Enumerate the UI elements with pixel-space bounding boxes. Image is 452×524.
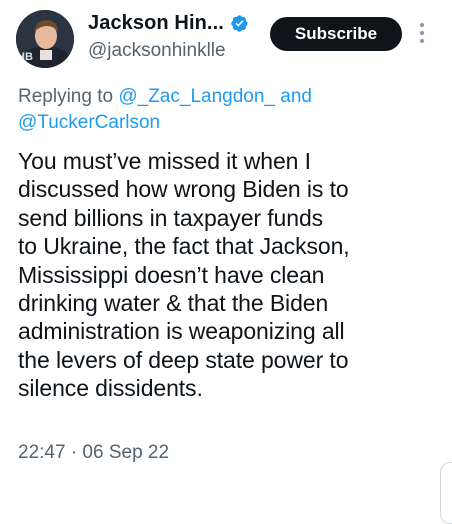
tweet-text: You must’ve missed it when I discussed h… <box>18 147 443 403</box>
mention-tucker-carlson[interactable]: @TuckerCarlson <box>18 112 160 133</box>
tweet-line: drinking water & that the Biden <box>18 290 329 317</box>
embedded-card-edge <box>440 462 452 524</box>
verified-badge-icon <box>231 15 248 32</box>
tweet-line: the levers of deep state power to <box>18 346 349 373</box>
tweet-line: discussed how wrong Biden is to <box>18 176 349 203</box>
tweet-line: administration is weaponizing all <box>18 318 345 345</box>
tweet-line: silence dissidents. <box>18 375 203 402</box>
more-vertical-icon[interactable] <box>416 21 428 45</box>
tweet-line: send billions in taxpayer funds <box>18 204 324 231</box>
subscribe-button[interactable]: Subscribe <box>270 17 402 51</box>
replying-prefix: Replying to <box>18 86 114 107</box>
tweet-line: You must’ve missed it when I <box>18 148 311 174</box>
tweet-timestamp[interactable]: 22:47 · 06 Sep 22 <box>18 442 169 464</box>
tweet-line: to Ukraine, the fact that Jackson, <box>18 233 350 260</box>
replying-to: Replying to @_Zac_Langdon_ and @TuckerCa… <box>18 84 438 136</box>
avatar-badge-text: HB <box>17 51 33 63</box>
user-handle[interactable]: @jacksonhinklle <box>88 40 226 62</box>
mention-connector: and <box>280 86 312 107</box>
tweet-line: Mississippi doesn’t have clean <box>18 261 325 288</box>
avatar[interactable]: HB <box>16 10 74 68</box>
display-name[interactable]: Jackson Hin... <box>88 12 224 35</box>
mention-zac-langdon[interactable]: @_Zac_Langdon_ <box>118 86 275 107</box>
tweet-header: HB Jackson Hin... @jacksonhinklle Subscr… <box>0 0 452 80</box>
name-row: Jackson Hin... <box>88 12 249 35</box>
